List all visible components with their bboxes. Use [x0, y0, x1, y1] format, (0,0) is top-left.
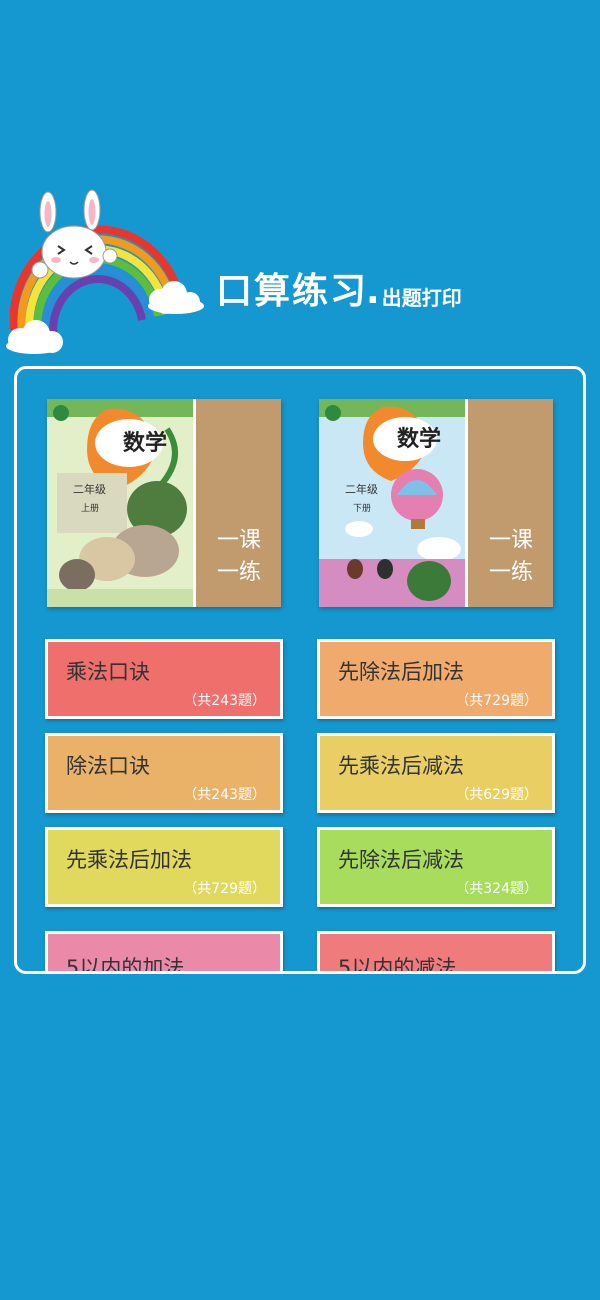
cover-volume: 下册	[353, 504, 372, 514]
exercise-card-division-table[interactable]: 除法口诀 （共243题）	[45, 733, 283, 813]
hero-banner	[0, 180, 600, 360]
exercise-card-multiply-then-subtract[interactable]: 先乘法后减法 （共629题）	[317, 733, 555, 813]
exercise-count: （共243题）	[183, 787, 266, 803]
exercise-count: （共629题）	[455, 787, 538, 803]
book-divider	[465, 399, 468, 607]
title-main: 口算练习	[216, 271, 369, 312]
exercise-card-multiplication-table[interactable]: 乘法口诀 （共243题）	[45, 639, 283, 719]
cover-grade: 二年级	[345, 483, 378, 496]
exercise-card-addition-within-5[interactable]: 5以内的加法	[45, 931, 283, 974]
rainbow-rabbit-illustration	[6, 189, 204, 354]
cover-grade: 二年级	[73, 483, 106, 496]
book-side-line-1: 一课	[217, 528, 262, 553]
book-side-line-2: 一练	[217, 560, 262, 585]
cover-subject: 数学	[397, 426, 442, 452]
exercise-name: 先除法后加法	[338, 660, 464, 684]
exercise-count: （共729题）	[455, 693, 538, 709]
title-dot: .	[366, 271, 380, 312]
exercise-card-multiply-then-add[interactable]: 先乘法后加法 （共729题）	[45, 827, 283, 907]
exercise-count: （共729题）	[183, 881, 266, 897]
textbook-cover-image: 数学 二年级 下册	[319, 399, 465, 607]
book-side-line-1: 一课	[489, 528, 534, 553]
book-divider	[193, 399, 196, 607]
exercise-panel: 数学 二年级 上册 一课 一练 数学 二年级 下册 一课 一练 乘法口诀 （共2…	[14, 366, 586, 974]
book-side-text: 一课 一练	[217, 525, 261, 589]
exercise-count: （共243题）	[183, 693, 266, 709]
exercise-name: 先乘法后加法	[66, 848, 192, 872]
exercise-name: 5以内的减法	[338, 956, 457, 974]
exercise-card-subtraction-within-5[interactable]: 5以内的减法	[317, 931, 555, 974]
exercise-name: 5以内的加法	[66, 956, 185, 974]
title-subtitle: 出题打印	[381, 286, 462, 310]
textbook-cover-image: 数学 二年级 上册	[47, 399, 193, 607]
exercise-card-divide-then-add[interactable]: 先除法后加法 （共729题）	[317, 639, 555, 719]
exercise-card-divide-then-subtract[interactable]: 先除法后减法 （共324题）	[317, 827, 555, 907]
exercise-name: 除法口诀	[66, 754, 150, 778]
exercise-count: （共324题）	[455, 881, 538, 897]
textbook-card-grade2-vol2[interactable]: 数学 二年级 下册 一课 一练	[319, 399, 553, 607]
exercise-name: 先除法后减法	[338, 848, 464, 872]
book-side-text: 一课 一练	[489, 525, 533, 589]
textbook-card-grade2-vol1[interactable]: 数学 二年级 上册 一课 一练	[47, 399, 281, 607]
exercise-name: 先乘法后减法	[338, 754, 464, 778]
cover-volume: 上册	[81, 504, 100, 514]
app-title: 口算练习 . 出题打印	[216, 272, 462, 312]
cover-subject: 数学	[123, 430, 168, 456]
exercise-name: 乘法口诀	[66, 660, 150, 684]
book-side-line-2: 一练	[489, 560, 534, 585]
